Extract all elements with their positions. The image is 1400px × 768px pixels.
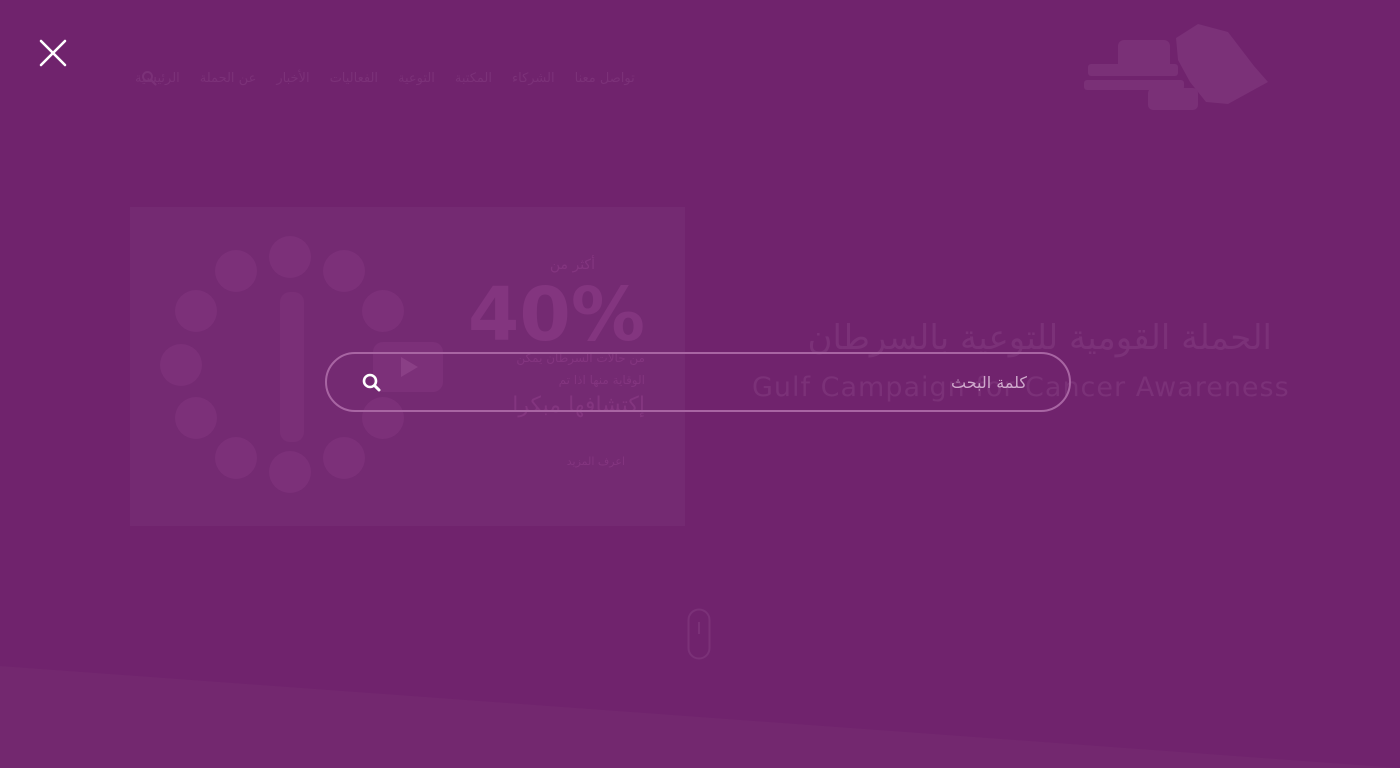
search-input[interactable]: [407, 354, 1027, 410]
search-submit-button[interactable]: [357, 368, 387, 398]
close-icon[interactable]: [36, 36, 70, 70]
search-form: [325, 352, 1071, 412]
search-icon: [362, 373, 381, 392]
page: الرئيسية عن الحملة الأخبار الفعاليات الت…: [0, 0, 1400, 768]
search-overlay: [0, 0, 1400, 768]
